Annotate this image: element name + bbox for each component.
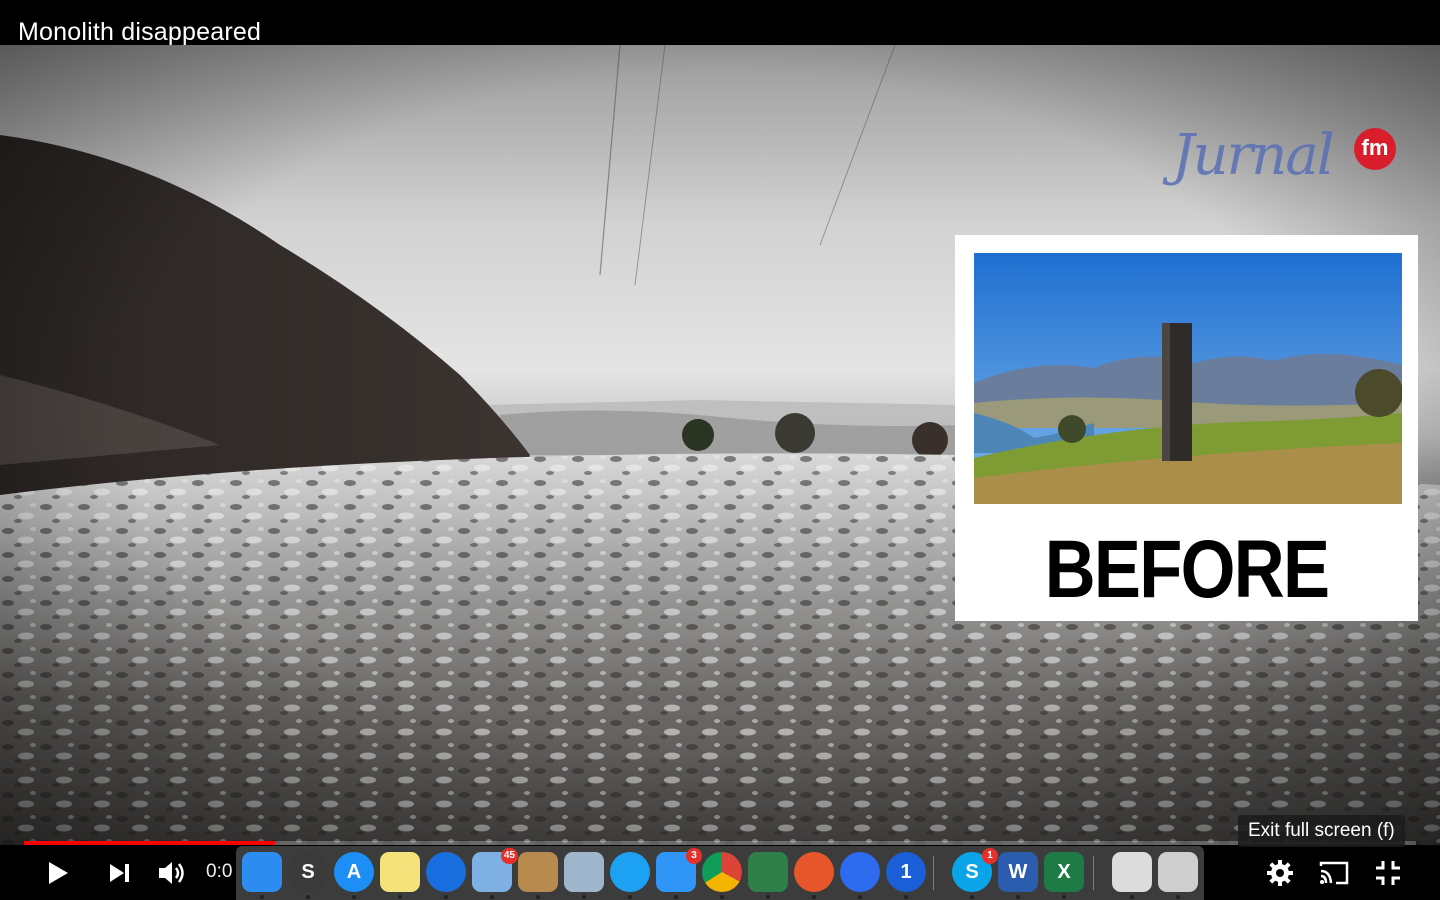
running-indicator	[398, 895, 402, 899]
dock-icon-trash[interactable]	[1158, 852, 1198, 892]
dock-icon-mail[interactable]: 45	[472, 848, 518, 892]
running-indicator	[490, 895, 494, 899]
before-label: BEFORE	[1044, 524, 1330, 615]
running-indicator	[444, 895, 448, 899]
dock-icon-word[interactable]: W	[998, 852, 1038, 892]
running-indicator	[970, 895, 974, 899]
settings-button[interactable]	[1260, 855, 1300, 891]
dock-separator	[933, 856, 934, 890]
cast-icon	[1319, 861, 1349, 885]
running-indicator	[628, 895, 632, 899]
running-indicator	[674, 895, 678, 899]
running-indicator	[904, 895, 908, 899]
dock-icon-label: S	[965, 860, 979, 883]
dock-icon-twitter[interactable]	[610, 852, 650, 892]
volume-icon	[159, 862, 184, 884]
dock-separator	[1093, 856, 1094, 890]
dock-icon-notes[interactable]	[380, 852, 420, 892]
notification-badge: 1	[982, 848, 998, 864]
jurnal-fm-watermark: Jurnal fm	[1172, 123, 1402, 209]
running-indicator	[1130, 895, 1134, 899]
dock-icon-scrivener[interactable]: S	[288, 852, 328, 892]
running-indicator	[812, 895, 816, 899]
dock-icon-chrome[interactable]	[702, 852, 742, 892]
time-display: 0:0	[206, 861, 233, 882]
dock-icon-label: W	[1008, 860, 1028, 883]
macos-dock: S A 45 3 1 S 1 W X	[236, 846, 1204, 900]
dock-icon-messages[interactable]: 3	[656, 848, 702, 892]
running-indicator	[352, 895, 356, 899]
notification-badge: 45	[500, 848, 518, 864]
dock-icon-1password[interactable]: 1	[886, 852, 926, 892]
dock-icon-safari[interactable]	[426, 852, 466, 892]
next-button[interactable]	[100, 855, 140, 891]
monolith-before-photo	[974, 253, 1402, 504]
dock-icon-excel[interactable]: X	[1044, 852, 1084, 892]
video-title: Monolith disappeared	[18, 18, 262, 46]
settings-icon	[1267, 860, 1293, 886]
dock-icon-app-store[interactable]: A	[334, 852, 374, 892]
dock-icon-firefox[interactable]	[794, 852, 834, 892]
running-indicator	[858, 895, 862, 899]
dock-icon-label: 1	[900, 860, 912, 883]
running-indicator	[1176, 895, 1180, 899]
running-indicator	[1016, 895, 1020, 899]
next-icon	[110, 864, 129, 882]
running-indicator	[536, 895, 540, 899]
cast-button[interactable]	[1314, 855, 1354, 891]
dock-icon-document[interactable]	[1112, 852, 1152, 892]
exit-fullscreen-tooltip: Exit full screen (f)	[1238, 815, 1405, 847]
dock-icon-skype[interactable]: S1	[952, 848, 998, 892]
running-indicator	[766, 895, 770, 899]
dock-icon-finder[interactable]	[242, 852, 282, 892]
running-indicator	[1062, 895, 1066, 899]
running-indicator	[260, 895, 264, 899]
dock-icon-label: S	[301, 860, 315, 883]
notification-badge: 3	[686, 848, 702, 864]
dock-icon-preview[interactable]	[564, 852, 604, 892]
running-indicator	[720, 895, 724, 899]
play-icon	[49, 862, 68, 884]
dock-icon-contacts[interactable]	[518, 852, 558, 892]
dock-icon-label: X	[1057, 860, 1071, 883]
dock-icon-image-capture[interactable]	[748, 852, 788, 892]
dock-icon-label: A	[346, 860, 362, 883]
exit-fullscreen-button[interactable]	[1368, 855, 1408, 891]
watermark-badge: fm	[1354, 128, 1396, 170]
exit-fullscreen-icon	[1376, 861, 1400, 885]
running-indicator	[582, 895, 586, 899]
watermark-text: Jurnal	[1172, 123, 1335, 188]
running-indicator	[306, 895, 310, 899]
dock-icon-signal[interactable]	[840, 852, 880, 892]
video-frame[interactable]: BEFORE Jurnal fm	[0, 45, 1440, 855]
volume-button[interactable]	[152, 855, 192, 891]
before-photo-inset: BEFORE	[955, 235, 1418, 621]
video-player[interactable]: Monolith disappeared BEFORE Jurnal fm Ex…	[0, 0, 1440, 900]
play-button[interactable]	[38, 855, 78, 891]
